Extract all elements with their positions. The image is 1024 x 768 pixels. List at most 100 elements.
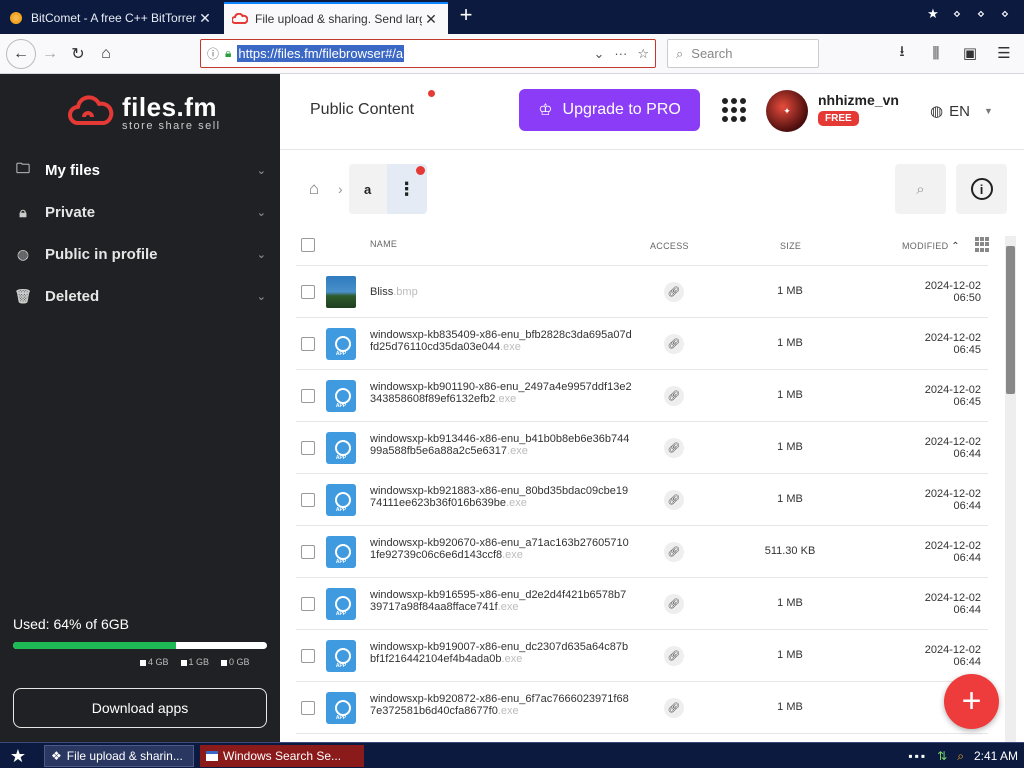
breadcrumb-folder[interactable]: a <box>348 164 387 214</box>
sidebar-item-my-files[interactable]: 🗀 My files ⌄ <box>0 150 280 190</box>
new-tab-button[interactable]: + <box>455 4 477 27</box>
info-icon[interactable]: ⓘ <box>207 45 219 62</box>
sidebar-toggle-icon[interactable]: ▣ <box>956 39 984 67</box>
link-icon[interactable]: 🔗︎ <box>664 438 684 458</box>
search-button[interactable]: ⌕ <box>895 164 946 214</box>
link-icon[interactable]: 🔗︎ <box>664 542 684 562</box>
row-checkbox[interactable] <box>301 285 315 299</box>
reload-button[interactable]: ↻ <box>64 40 92 68</box>
avatar[interactable]: ✦ <box>766 90 808 132</box>
username[interactable]: nhhizme_vn <box>818 92 899 108</box>
search-field[interactable]: ⌕ Search <box>667 39 819 68</box>
row-checkbox[interactable] <box>301 389 315 403</box>
back-button[interactable]: ← <box>6 38 36 69</box>
close-window-icon[interactable]: ⋄ <box>994 3 1016 25</box>
sidebar-item-private[interactable]: 🔒︎ Private ⌄ <box>0 192 280 232</box>
table-row[interactable]: windowsxp-kb921883-x86-enu_80bd35bdac09c… <box>296 474 988 526</box>
row-checkbox[interactable] <box>301 701 315 715</box>
table-row[interactable]: windowsxp-kb920670-x86-enu_a71ac163b2760… <box>296 526 988 578</box>
link-icon[interactable]: 🔗︎ <box>664 334 684 354</box>
table-row[interactable]: windowsxp-kb920872-x86-enu_6f7ac76660239… <box>296 682 988 734</box>
minimize-icon[interactable]: ⋄ <box>946 3 968 25</box>
lock-icon[interactable]: 🔒︎ <box>225 46 231 61</box>
file-name[interactable]: windowsxp-kb916595-x86-enu_d2e2d4f421b65… <box>370 589 632 613</box>
tab-bitcomet[interactable]: BitComet - A free C++ BitTorrent/ ✕ <box>0 2 222 34</box>
upgrade-label: Upgrade to PRO <box>562 101 681 118</box>
link-icon[interactable]: 🔗︎ <box>664 386 684 406</box>
table-row[interactable]: windowsxp-kb919007-x86-enu_dc2307d635a64… <box>296 630 988 682</box>
grid-view-icon[interactable] <box>975 237 990 252</box>
window-controls: ★ ⋄ ⋄ ⋄ <box>922 3 1016 25</box>
address-bar[interactable]: ⓘ 🔒︎ https://files.fm/filebrowser#/a ⌄ ·… <box>200 39 656 68</box>
dropdown-chevron-icon[interactable]: ⌄ <box>593 46 604 62</box>
language-selector[interactable]: ◍ EN ▼ <box>930 102 993 121</box>
link-icon[interactable]: 🔗︎ <box>664 646 684 666</box>
file-name[interactable]: Bliss.bmp <box>370 286 632 298</box>
column-name[interactable]: NAME <box>370 239 397 249</box>
row-checkbox[interactable] <box>301 649 315 663</box>
link-icon[interactable]: 🔗︎ <box>664 594 684 614</box>
start-button[interactable]: ★ <box>4 745 32 767</box>
row-checkbox[interactable] <box>301 493 315 507</box>
apps-grid-icon[interactable] <box>722 98 746 122</box>
column-access[interactable]: ACCESS <box>650 241 689 251</box>
close-tab-icon[interactable]: ✕ <box>422 11 440 28</box>
file-name[interactable]: windowsxp-kb920670-x86-enu_a71ac163b2760… <box>370 537 632 561</box>
hamburger-menu-icon[interactable]: ☰ <box>990 39 1018 67</box>
table-row[interactable]: Bliss.bmp 🔗︎ 1 MB 2024-12-02 06:50 <box>296 266 988 318</box>
link-icon[interactable]: 🔗︎ <box>664 282 684 302</box>
column-size[interactable]: SIZE <box>780 241 801 251</box>
row-checkbox[interactable] <box>301 337 315 351</box>
add-button[interactable]: + <box>944 674 999 729</box>
url-text[interactable]: https://files.fm/filebrowser#/a <box>237 45 405 62</box>
public-content-link[interactable]: Public Content <box>310 101 414 119</box>
tab-filesfm[interactable]: File upload & sharing. Send large f ✕ <box>224 2 448 34</box>
file-name[interactable]: windowsxp-kb921883-x86-enu_80bd35bdac09c… <box>370 485 632 509</box>
link-icon[interactable]: 🔗︎ <box>664 490 684 510</box>
taskbar-item-browser[interactable]: ❖ File upload & sharin... <box>44 745 194 767</box>
clock[interactable]: 2:41 AM <box>974 749 1018 763</box>
star-icon[interactable]: ★ <box>922 3 944 25</box>
info-button[interactable]: i <box>956 164 1007 214</box>
scrollbar-thumb[interactable] <box>1006 246 1015 394</box>
link-icon[interactable]: 🔗︎ <box>664 698 684 718</box>
chevron-down-icon[interactable]: ⌄ <box>257 164 266 177</box>
chevron-down-icon[interactable]: ⌄ <box>257 206 266 219</box>
table-row[interactable]: windowsxp-kb835409-x86-enu_bfb2828c3da69… <box>296 318 988 370</box>
file-name[interactable]: windowsxp-kb920872-x86-enu_6f7ac76660239… <box>370 693 632 717</box>
tray-dots-icon[interactable]: ▪▪▪ <box>908 749 927 763</box>
row-checkbox[interactable] <box>301 545 315 559</box>
table-row[interactable]: windowsxp-kb916595-x86-enu_d2e2d4f421b65… <box>296 578 988 630</box>
close-tab-icon[interactable]: ✕ <box>196 10 214 27</box>
table-row[interactable]: windowsxp-kb901190-x86-enu_2497a4e9957dd… <box>296 370 988 422</box>
row-checkbox[interactable] <box>301 441 315 455</box>
restore-icon[interactable]: ⋄ <box>970 3 992 25</box>
home-button[interactable]: ⌂ <box>92 40 120 68</box>
forward-button[interactable]: → <box>36 40 64 68</box>
modified-time: 06:50 <box>953 292 981 304</box>
search-tray-icon[interactable]: ⌕ <box>957 749 964 764</box>
folder-menu-button[interactable]: ⋮ <box>386 164 427 214</box>
network-icon[interactable]: ⇅ <box>937 749 947 763</box>
sidebar-item-deleted[interactable]: 🗑︎ Deleted ⌄ <box>0 276 280 316</box>
sidebar-item-public-in-profile[interactable]: ◍ Public in profile ⌄ <box>0 234 280 274</box>
file-name[interactable]: windowsxp-kb913446-x86-enu_b41b0b8eb6e36… <box>370 433 632 457</box>
download-apps-button[interactable]: Download apps <box>13 688 267 728</box>
download-icon[interactable]: ⭳ <box>888 39 916 67</box>
chevron-down-icon[interactable]: ⌄ <box>257 290 266 303</box>
chevron-down-icon[interactable]: ⌄ <box>257 248 266 261</box>
library-icon[interactable]: ⫼ <box>922 39 950 67</box>
file-name[interactable]: windowsxp-kb901190-x86-enu_2497a4e9957dd… <box>370 381 632 405</box>
file-name[interactable]: windowsxp-kb919007-x86-enu_dc2307d635a64… <box>370 641 632 665</box>
taskbar-item-windows-search[interactable]: Windows Search Se... <box>200 745 364 767</box>
home-icon[interactable]: ⌂ <box>296 179 332 199</box>
filesfm-logo[interactable]: files.fm store share sell <box>66 94 221 132</box>
select-all-checkbox[interactable] <box>301 238 315 252</box>
row-checkbox[interactable] <box>301 597 315 611</box>
page-actions-icon[interactable]: ··· <box>614 46 627 62</box>
column-modified[interactable]: MODIFIED ⌃ <box>902 241 960 252</box>
file-name[interactable]: windowsxp-kb835409-x86-enu_bfb2828c3da69… <box>370 329 632 353</box>
upgrade-to-pro-button[interactable]: ♔ Upgrade to PRO <box>519 89 700 131</box>
bookmark-star-icon[interactable]: ☆ <box>637 46 649 62</box>
table-row[interactable]: windowsxp-kb913446-x86-enu_b41b0b8eb6e36… <box>296 422 988 474</box>
